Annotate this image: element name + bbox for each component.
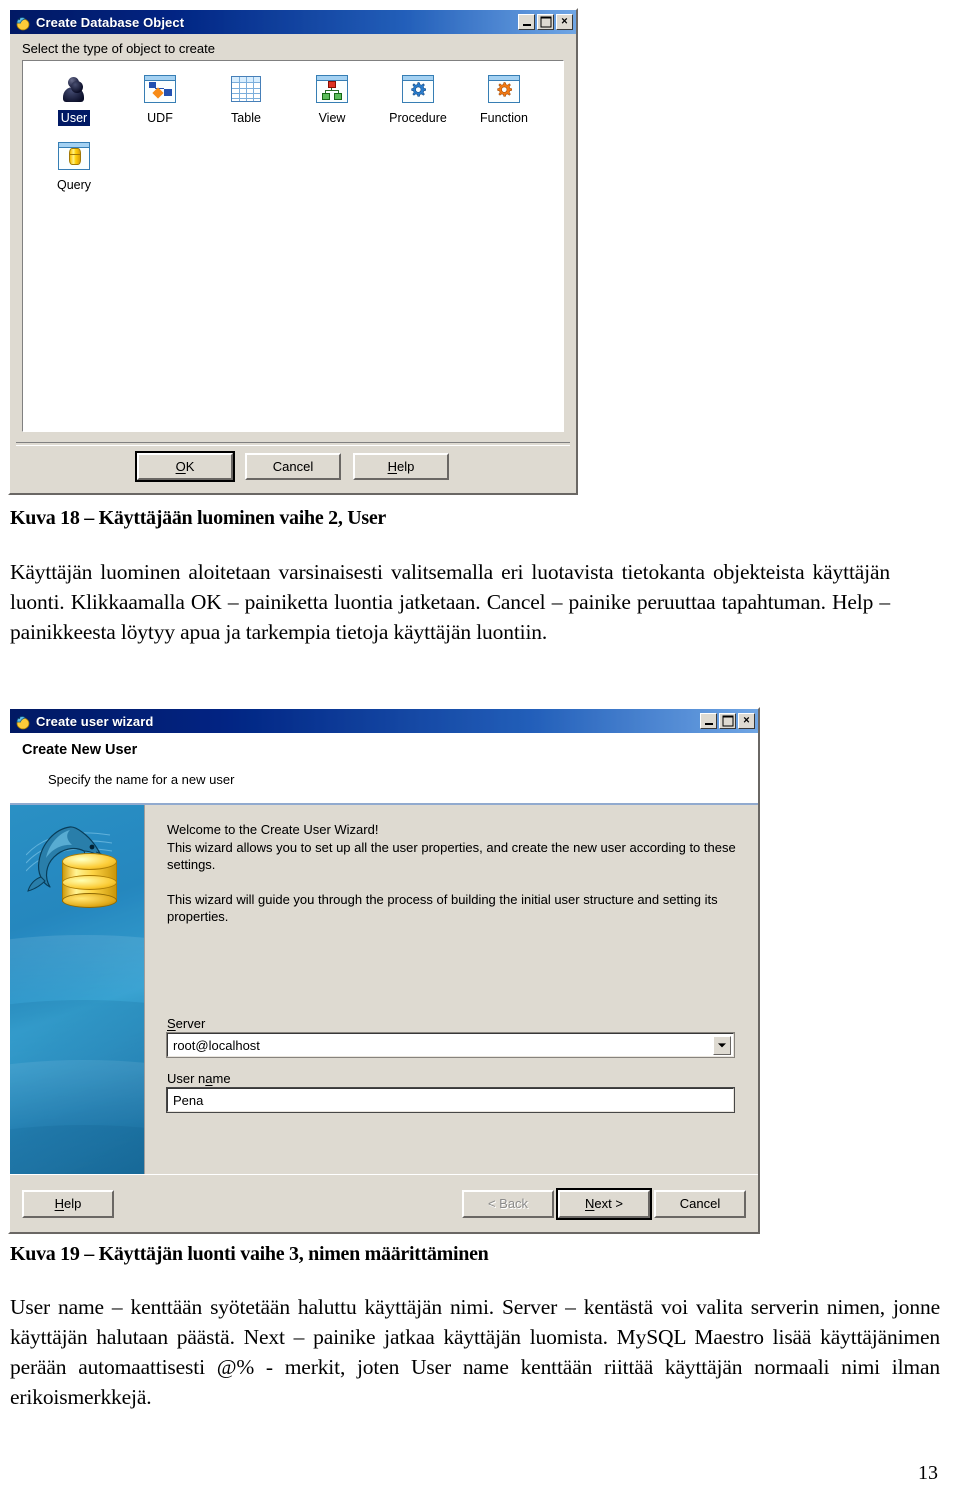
cancel-button[interactable]: Cancel [245,453,341,480]
wizard-footer: Help < Back Next > Cancel [10,1174,758,1232]
minimize-button[interactable] [518,14,535,30]
object-item-label: Table [231,111,261,125]
help-accel: H [54,1196,65,1211]
object-type-grid: User UDF Table View Procedure Function Q… [31,69,563,203]
username-value: Pena [173,1092,204,1108]
table-icon [230,73,262,105]
body-paragraph-1: Käyttäjän luominen aloitetaan varsinaise… [10,560,890,644]
object-item-view[interactable]: View [289,69,375,126]
wizard-nav-buttons: < Back Next > Cancel [462,1187,746,1220]
wizard-content: Welcome to the Create User Wizard! This … [145,805,758,1174]
next-button[interactable]: Next > [556,1187,652,1220]
dialog-title: Create Database Object [36,14,185,30]
help-accel: H [387,459,398,474]
username-input[interactable]: Pena [166,1087,735,1113]
object-item-label: UDF [147,111,173,125]
maximize-button[interactable] [537,14,554,30]
page-number: 13 [918,1462,938,1484]
object-item-function[interactable]: Function [461,69,547,126]
maximize-button[interactable] [719,713,736,729]
ok-accel: O [175,459,186,474]
back-button: < Back [462,1189,554,1218]
procedure-gear-icon [402,73,434,105]
figure-caption-18: Kuva 18 – Käyttäjään luominen vaihe 2, U… [10,507,386,529]
function-gear-icon [488,73,520,105]
wizard-body: Welcome to the Create User Wizard! This … [10,805,758,1174]
mysql-maestro-icon [14,713,31,730]
object-item-label: Query [56,178,92,192]
object-item-table[interactable]: Table [203,69,289,126]
object-item-label: User [57,110,91,126]
wizard-title: Create user wizard [36,713,154,729]
object-type-prompt: Select the type of object to create [22,41,215,56]
object-item-user[interactable]: User [31,69,117,126]
window-controls: × [518,14,573,30]
close-button[interactable]: × [556,14,573,30]
username-accel: a [205,1071,213,1086]
username-label: User name [167,1071,231,1086]
wizard-help-button[interactable]: Help [22,1189,114,1218]
close-icon: × [743,714,750,727]
window-controls: × [700,713,755,729]
wizard-form-fields: Server root@localhost User name Pena [166,1016,735,1113]
wizard-cancel-button[interactable]: Cancel [654,1189,746,1218]
object-item-query[interactable]: Query [31,136,117,193]
mysql-maestro-icon [14,14,31,31]
figure-caption-19: Kuva 19 – Käyttäjän luonti vaihe 3, nime… [10,1243,489,1265]
minimize-button[interactable] [700,713,717,729]
wizard-header: Create New User Specify the name for a n… [10,733,758,805]
create-user-wizard-dialog: Create user wizard × Create New User Spe… [8,707,760,1234]
object-item-label: Procedure [389,111,447,125]
close-button[interactable]: × [738,713,755,729]
object-item-procedure[interactable]: Procedure [375,69,461,126]
chevron-down-icon[interactable] [713,1035,731,1055]
next-accel: N [585,1196,595,1211]
object-item-label: Function [480,111,528,125]
server-value: root@localhost [173,1037,260,1053]
close-icon: × [561,15,568,28]
ok-button[interactable]: OK [135,451,235,482]
dialog-titlebar[interactable]: Create Database Object × [10,10,576,34]
server-accel: S [167,1016,176,1031]
server-combobox[interactable]: root@localhost [166,1032,735,1058]
wizard-welcome-text-2: This wizard will guide you through the p… [167,891,718,925]
wizard-header-title: Create New User [22,742,138,758]
user-icon [58,73,90,105]
dialog-divider [16,442,570,446]
body-paragraph-2: User name – kenttään syötetään haluttu k… [10,1295,940,1409]
query-icon [58,140,90,172]
wizard-header-subtitle: Specify the name for a new user [48,772,235,787]
server-label: Server [167,1016,206,1031]
wizard-titlebar[interactable]: Create user wizard × [10,709,758,733]
wizard-sidebar-banner [10,805,145,1174]
object-item-udf[interactable]: UDF [117,69,203,126]
object-item-label: View [318,111,346,125]
database-cylinder-icon [62,853,117,909]
dialog-button-bar: OK Cancel Help [10,451,576,482]
wizard-welcome-text-1: Welcome to the Create User Wizard! This … [167,822,736,872]
udf-icon [144,73,176,105]
mysql-dolphin-logo [24,819,134,924]
help-button[interactable]: Help [353,453,449,480]
object-type-list[interactable]: User UDF Table View Procedure Function Q… [21,59,565,433]
create-database-object-dialog: Create Database Object × Select the type… [8,8,578,495]
view-icon [316,73,348,105]
